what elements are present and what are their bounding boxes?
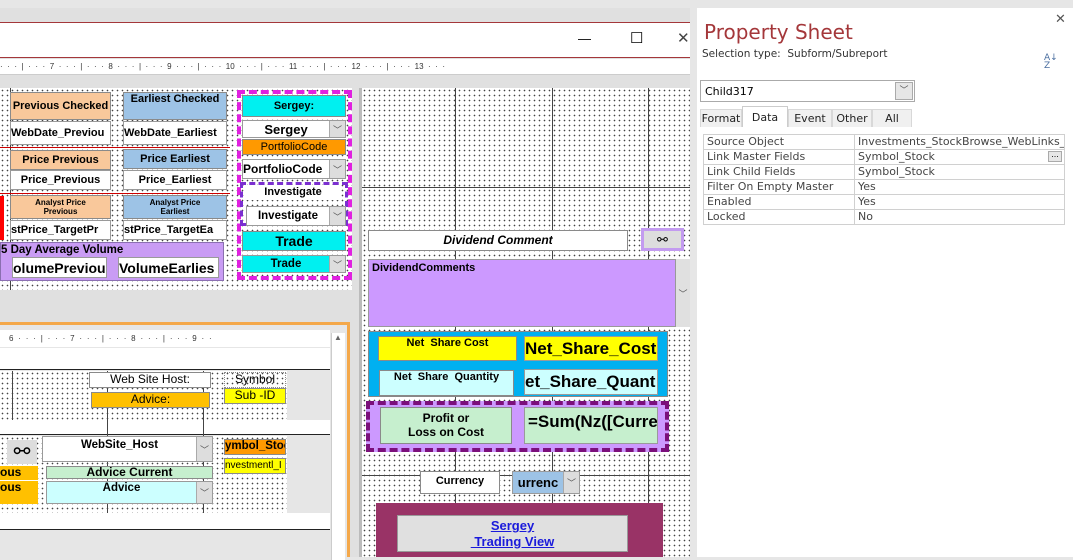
earliest-checked-label: Earliest Checked — [123, 92, 227, 120]
dividend-comment-label: Dividend Comment — [368, 230, 628, 251]
minimize-button[interactable]: — — [578, 31, 591, 46]
advice-current-label: Advice Current — [46, 466, 213, 479]
subform-ruler: 6 · · · | · · · 7 · · · | · · · 8 · · · … — [0, 330, 330, 347]
red-marker — [0, 196, 4, 240]
chevron-down-icon[interactable]: ﹀ — [895, 82, 913, 100]
sub-id-label: Sub -ID — [224, 388, 286, 404]
sergey-combo[interactable]: Sergey ﹀ — [242, 120, 346, 138]
tab-format[interactable]: Format — [700, 109, 742, 127]
volume-earliest-field[interactable]: VolumeEarlies — [118, 257, 219, 278]
title-bar: — ☐ ✕ — [0, 22, 690, 58]
profit-loss-label: Profit or Loss on Cost — [380, 407, 512, 444]
horizontal-ruler: · · · | · · · 7 · · · | · · · 8 · · · | … — [0, 59, 690, 75]
chevron-down-icon[interactable]: ﹀ — [329, 121, 345, 137]
price-earliest-field[interactable]: Price_Earliest — [123, 170, 227, 190]
sergey-label: Sergey: — [242, 95, 346, 117]
builder-button[interactable]: ... — [1048, 151, 1062, 162]
advice-combo[interactable]: Advice ﹀ — [46, 481, 213, 504]
property-sheet — [690, 8, 697, 557]
portfolio-code-combo[interactable]: PortfolioCode ﹀ — [242, 159, 346, 179]
selection-type: Selection type: Subform/Subreport — [702, 48, 888, 60]
tab-data[interactable]: Data — [742, 106, 788, 127]
chevron-down-icon[interactable]: ﹀ — [329, 207, 345, 225]
target-earliest-field[interactable]: stPrice_TargetEa — [123, 220, 227, 240]
price-previous-label: Price Previous — [10, 150, 111, 170]
dividend-comments-field[interactable]: DividendComments — [368, 259, 676, 327]
currency-combo[interactable]: urrenc ﹀ — [512, 471, 580, 494]
maximize-button[interactable]: ☐ — [630, 29, 643, 47]
close-button[interactable]: ✕ — [677, 29, 690, 47]
volume-previous-field[interactable]: olumePreviou — [12, 257, 107, 278]
advice-label: Advice: — [91, 392, 210, 408]
property-row[interactable]: Source Object Investments_StockBrowse_Web… — [704, 135, 1064, 150]
analyst-price-earliest-label: Analyst Price Earliest — [123, 195, 227, 219]
tab-all[interactable]: All — [872, 109, 912, 127]
trade-label: Trade — [242, 231, 346, 251]
subform-scrollbar[interactable]: ▲ — [331, 333, 345, 560]
property-row[interactable]: Locked No — [704, 210, 1064, 225]
portfolio-code-label: PortfolioCode — [242, 139, 346, 155]
currency-label: Currency — [420, 471, 500, 494]
tab-event[interactable]: Event — [788, 109, 832, 127]
previous-checked-label: Previous Checked — [10, 92, 111, 120]
analyst-price-previous-label: Analyst Price Previous — [10, 195, 111, 219]
dividend-scroll[interactable]: ﹀ — [676, 259, 690, 327]
price-previous-field[interactable]: Price_Previous — [10, 170, 111, 190]
scroll-up-icon[interactable]: ▲ — [334, 333, 342, 342]
close-icon[interactable]: ✕ — [1055, 12, 1066, 27]
trade-combo[interactable]: Trade ﹀ — [242, 255, 346, 273]
net-share-cost-label: Net Share Cost — [378, 336, 517, 361]
profit-loss-field[interactable]: =Sum(Nz([Current_Price]) — [524, 407, 658, 444]
previous-field-1: ous — [0, 466, 38, 480]
tab-other[interactable]: Other — [832, 109, 872, 127]
property-sheet-title: Property Sheet — [704, 20, 853, 44]
price-earliest-label: Price Earliest — [123, 149, 227, 169]
chevron-down-icon[interactable]: ﹀ — [563, 472, 579, 493]
property-row[interactable]: Filter On Empty Master Yes — [704, 180, 1064, 195]
investigate-combo[interactable]: Investigate ﹀ — [246, 206, 346, 226]
net-share-quantity-label: Net Share Quantity — [379, 370, 514, 396]
binoculars-button[interactable]: ⚯ — [7, 440, 37, 464]
target-previous-field[interactable]: stPrice_TargetPr — [10, 220, 111, 240]
web-site-host-label: Web Site Host: — [89, 372, 211, 388]
property-sheet-panel: Property Sheet ✕ Selection type: Subform… — [697, 8, 1073, 557]
property-row[interactable]: Link Child Fields Symbol_Stock — [704, 165, 1064, 180]
symbol-stock-field[interactable]: ymbol_Stoc — [224, 439, 286, 455]
trading-view-link[interactable]: Sergey Trading View — [397, 515, 628, 552]
volume-label: 5 Day Average Volume — [1, 244, 124, 256]
object-selector[interactable]: Child317 ﹀ — [700, 80, 915, 102]
chevron-down-icon[interactable]: ﹀ — [329, 160, 345, 178]
binoculars-icon: ⚯ — [657, 232, 668, 247]
investigate-label: Investigate — [245, 185, 341, 200]
chevron-down-icon[interactable]: ﹀ — [196, 437, 212, 461]
chevron-down-icon[interactable]: ﹀ — [329, 256, 345, 272]
net-share-cost-field[interactable]: Net_Share_Cost — [524, 336, 658, 361]
net-share-quantity-field[interactable]: et_Share_Quant — [524, 369, 658, 395]
sort-az-icon[interactable]: A↓Z — [1044, 54, 1060, 71]
binoculars-icon: ⚯ — [13, 441, 31, 463]
webdate-earliest-field[interactable]: WebDate_Earliest — [123, 121, 227, 145]
webdate-previous-field[interactable]: WebDate_Previou — [10, 121, 111, 145]
chevron-down-icon[interactable]: ﹀ — [196, 482, 212, 503]
property-table: Source Object Investments_StockBrowse_Web… — [703, 134, 1065, 225]
website-host-combo[interactable]: WebSite_Host ﹀ — [42, 436, 213, 462]
previous-field-2: ous — [0, 481, 38, 504]
dividend-search-button[interactable]: ⚯ — [641, 228, 684, 251]
symbol-label: Symbol — [224, 372, 286, 388]
property-row[interactable]: Link Master Fields Symbol_Stock... — [704, 150, 1064, 165]
investment-id-field[interactable]: nvestmentl_I — [224, 458, 286, 474]
property-row[interactable]: Enabled Yes — [704, 195, 1064, 210]
